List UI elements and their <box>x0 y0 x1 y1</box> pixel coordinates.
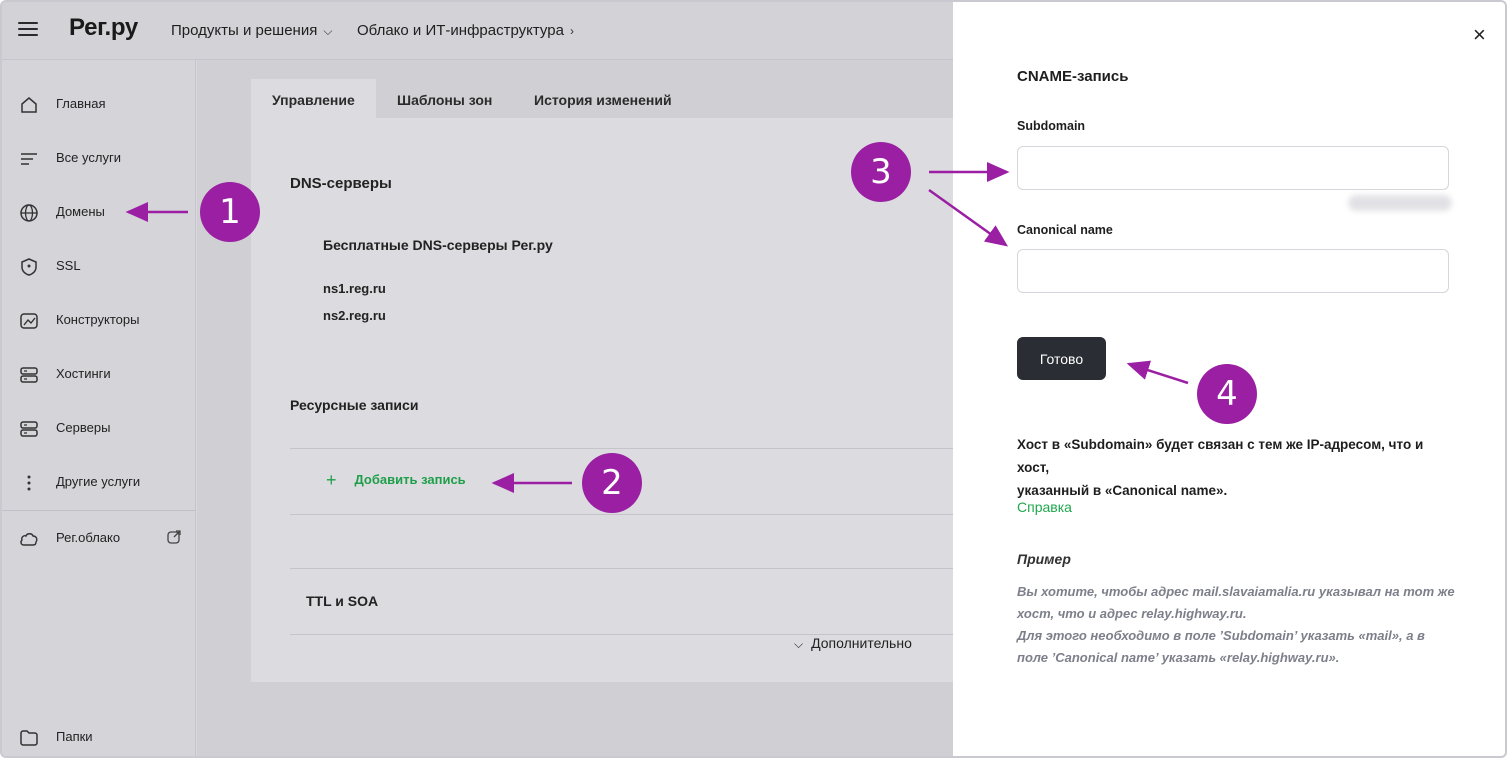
sidebar-item-label: Другие услуги <box>56 474 141 489</box>
note-line: указанный в «Canonical name». <box>1017 483 1228 498</box>
annotation-badge-3: 3 <box>851 142 911 202</box>
example-text: Вы хотите, чтобы адрес mail.slavaiamalia… <box>1017 581 1462 669</box>
cname-description: Хост в «Subdomain» будет связан с тем же… <box>1017 433 1457 502</box>
done-button[interactable]: Готово <box>1017 337 1106 380</box>
canonical-name-label: Canonical name <box>1017 223 1113 237</box>
server-icon <box>20 367 38 383</box>
example-line: Вы хотите, чтобы адрес mail.slavaiamalia… <box>1017 584 1455 599</box>
sidebar-item-label: Конструкторы <box>56 312 140 327</box>
sidebar-item-label: Домены <box>56 204 105 219</box>
annotation-badge-2: 2 <box>582 453 642 513</box>
example-line: поле ’Canonical name’ указать «relay.hig… <box>1017 650 1340 665</box>
management-panel: DNS-серверы Бесплатные DNS-серверы Рег.р… <box>251 118 961 682</box>
sidebar-item-ssl[interactable]: SSL <box>2 246 196 286</box>
help-link[interactable]: Справка <box>1017 499 1072 515</box>
nameserver-1: ns1.reg.ru <box>323 281 386 296</box>
sidebar-item-label: Хостинги <box>56 366 111 381</box>
shield-icon <box>21 258 37 276</box>
chevron-down-icon: ⌵ <box>794 637 804 651</box>
more-icon <box>27 475 31 491</box>
note-line: Хост в «Subdomain» будет связан с тем же… <box>1017 437 1424 475</box>
external-link-icon[interactable] <box>166 529 182 545</box>
sidebar-item-constructors[interactable]: Конструкторы <box>2 300 196 340</box>
nameserver-2: ns2.reg.ru <box>323 308 386 323</box>
annotation-badge-4: 4 <box>1197 364 1257 424</box>
divider <box>290 568 961 569</box>
sidebar-item-hosting[interactable]: Хостинги <box>2 354 196 394</box>
ttl-soa-title[interactable]: TTL и SOA <box>306 593 378 609</box>
sidebar-item-servers[interactable]: Серверы <box>2 408 196 448</box>
sidebar-item-home[interactable]: Главная <box>2 84 196 124</box>
add-record-label: Добавить запись <box>354 472 466 487</box>
subdomain-label: Subdomain <box>1017 119 1086 133</box>
constructor-icon <box>20 313 38 329</box>
chevron-right-icon: › <box>569 24 574 38</box>
nav-cloud[interactable]: Облако и ИТ-инфраструктура › <box>357 22 574 39</box>
example-line: хост, что и адрес relay.highway.ru. <box>1017 606 1247 621</box>
close-icon[interactable]: × <box>1473 24 1486 46</box>
nav-products-label: Продукты и решения <box>171 22 318 39</box>
plus-icon: + <box>326 470 337 490</box>
sidebar-item-folders[interactable]: Папки <box>2 717 196 756</box>
annotation-badge-1: 1 <box>200 182 260 242</box>
more-toggle[interactable]: ⌵ Дополнительно <box>794 635 912 652</box>
sidebar-item-reg-cloud[interactable]: Рег.облако <box>2 518 196 558</box>
sidebar-item-label: Главная <box>56 96 106 111</box>
add-record-button[interactable]: + Добавить запись <box>326 470 466 491</box>
dns-servers-subtitle: Бесплатные DNS-серверы Рег.ру <box>323 237 553 253</box>
app-window: Рег.ру Продукты и решения ⌵ Облако и ИТ-и… <box>0 0 1507 758</box>
chevron-down-icon: ⌵ <box>323 24 333 38</box>
example-title: Пример <box>1017 551 1071 567</box>
sidebar-item-label: Рег.облако <box>56 530 121 545</box>
canonical-name-input[interactable] <box>1017 249 1449 293</box>
menu-icon[interactable] <box>18 22 38 38</box>
folder-icon <box>20 730 38 746</box>
server-icon <box>20 421 38 437</box>
logo[interactable]: Рег.ру <box>69 14 138 42</box>
sidebar-divider <box>2 510 196 511</box>
example-line: Для этого необходимо в поле ’Subdomain’ … <box>1017 628 1425 643</box>
sidebar-item-all-services[interactable]: Все услуги <box>2 138 196 178</box>
sidebar-item-label: SSL <box>56 258 81 273</box>
tab-management[interactable]: Управление <box>251 79 376 119</box>
divider <box>290 514 961 515</box>
sidebar-item-label: Серверы <box>56 420 111 435</box>
sidebar: Главная Все услуги Домены SSL Конструкто… <box>2 60 196 756</box>
main-content: Управление Шаблоны зон История изменений… <box>197 60 961 756</box>
home-icon <box>21 97 37 113</box>
drawer-title: CNAME-запись <box>1017 68 1129 85</box>
more-label: Дополнительно <box>811 635 912 651</box>
globe-icon <box>20 204 38 222</box>
dns-servers-title: DNS-серверы <box>290 175 392 192</box>
list-icon <box>21 153 37 165</box>
blurred-domain <box>1348 195 1452 211</box>
subdomain-input[interactable] <box>1017 146 1449 190</box>
nav-products[interactable]: Продукты и решения ⌵ <box>171 22 332 39</box>
resource-records-title: Ресурсные записи <box>290 397 419 413</box>
sidebar-item-other-services[interactable]: Другие услуги <box>2 462 196 502</box>
sidebar-item-label: Папки <box>56 729 93 744</box>
tab-history[interactable]: История изменений <box>513 79 693 119</box>
nav-cloud-label: Облако и ИТ-инфраструктура <box>357 22 564 39</box>
sidebar-item-label: Все услуги <box>56 150 121 165</box>
sidebar-item-domains[interactable]: Домены <box>2 192 196 232</box>
tab-zone-templates[interactable]: Шаблоны зон <box>376 79 513 119</box>
cloud-icon <box>20 533 38 546</box>
divider <box>290 448 961 449</box>
